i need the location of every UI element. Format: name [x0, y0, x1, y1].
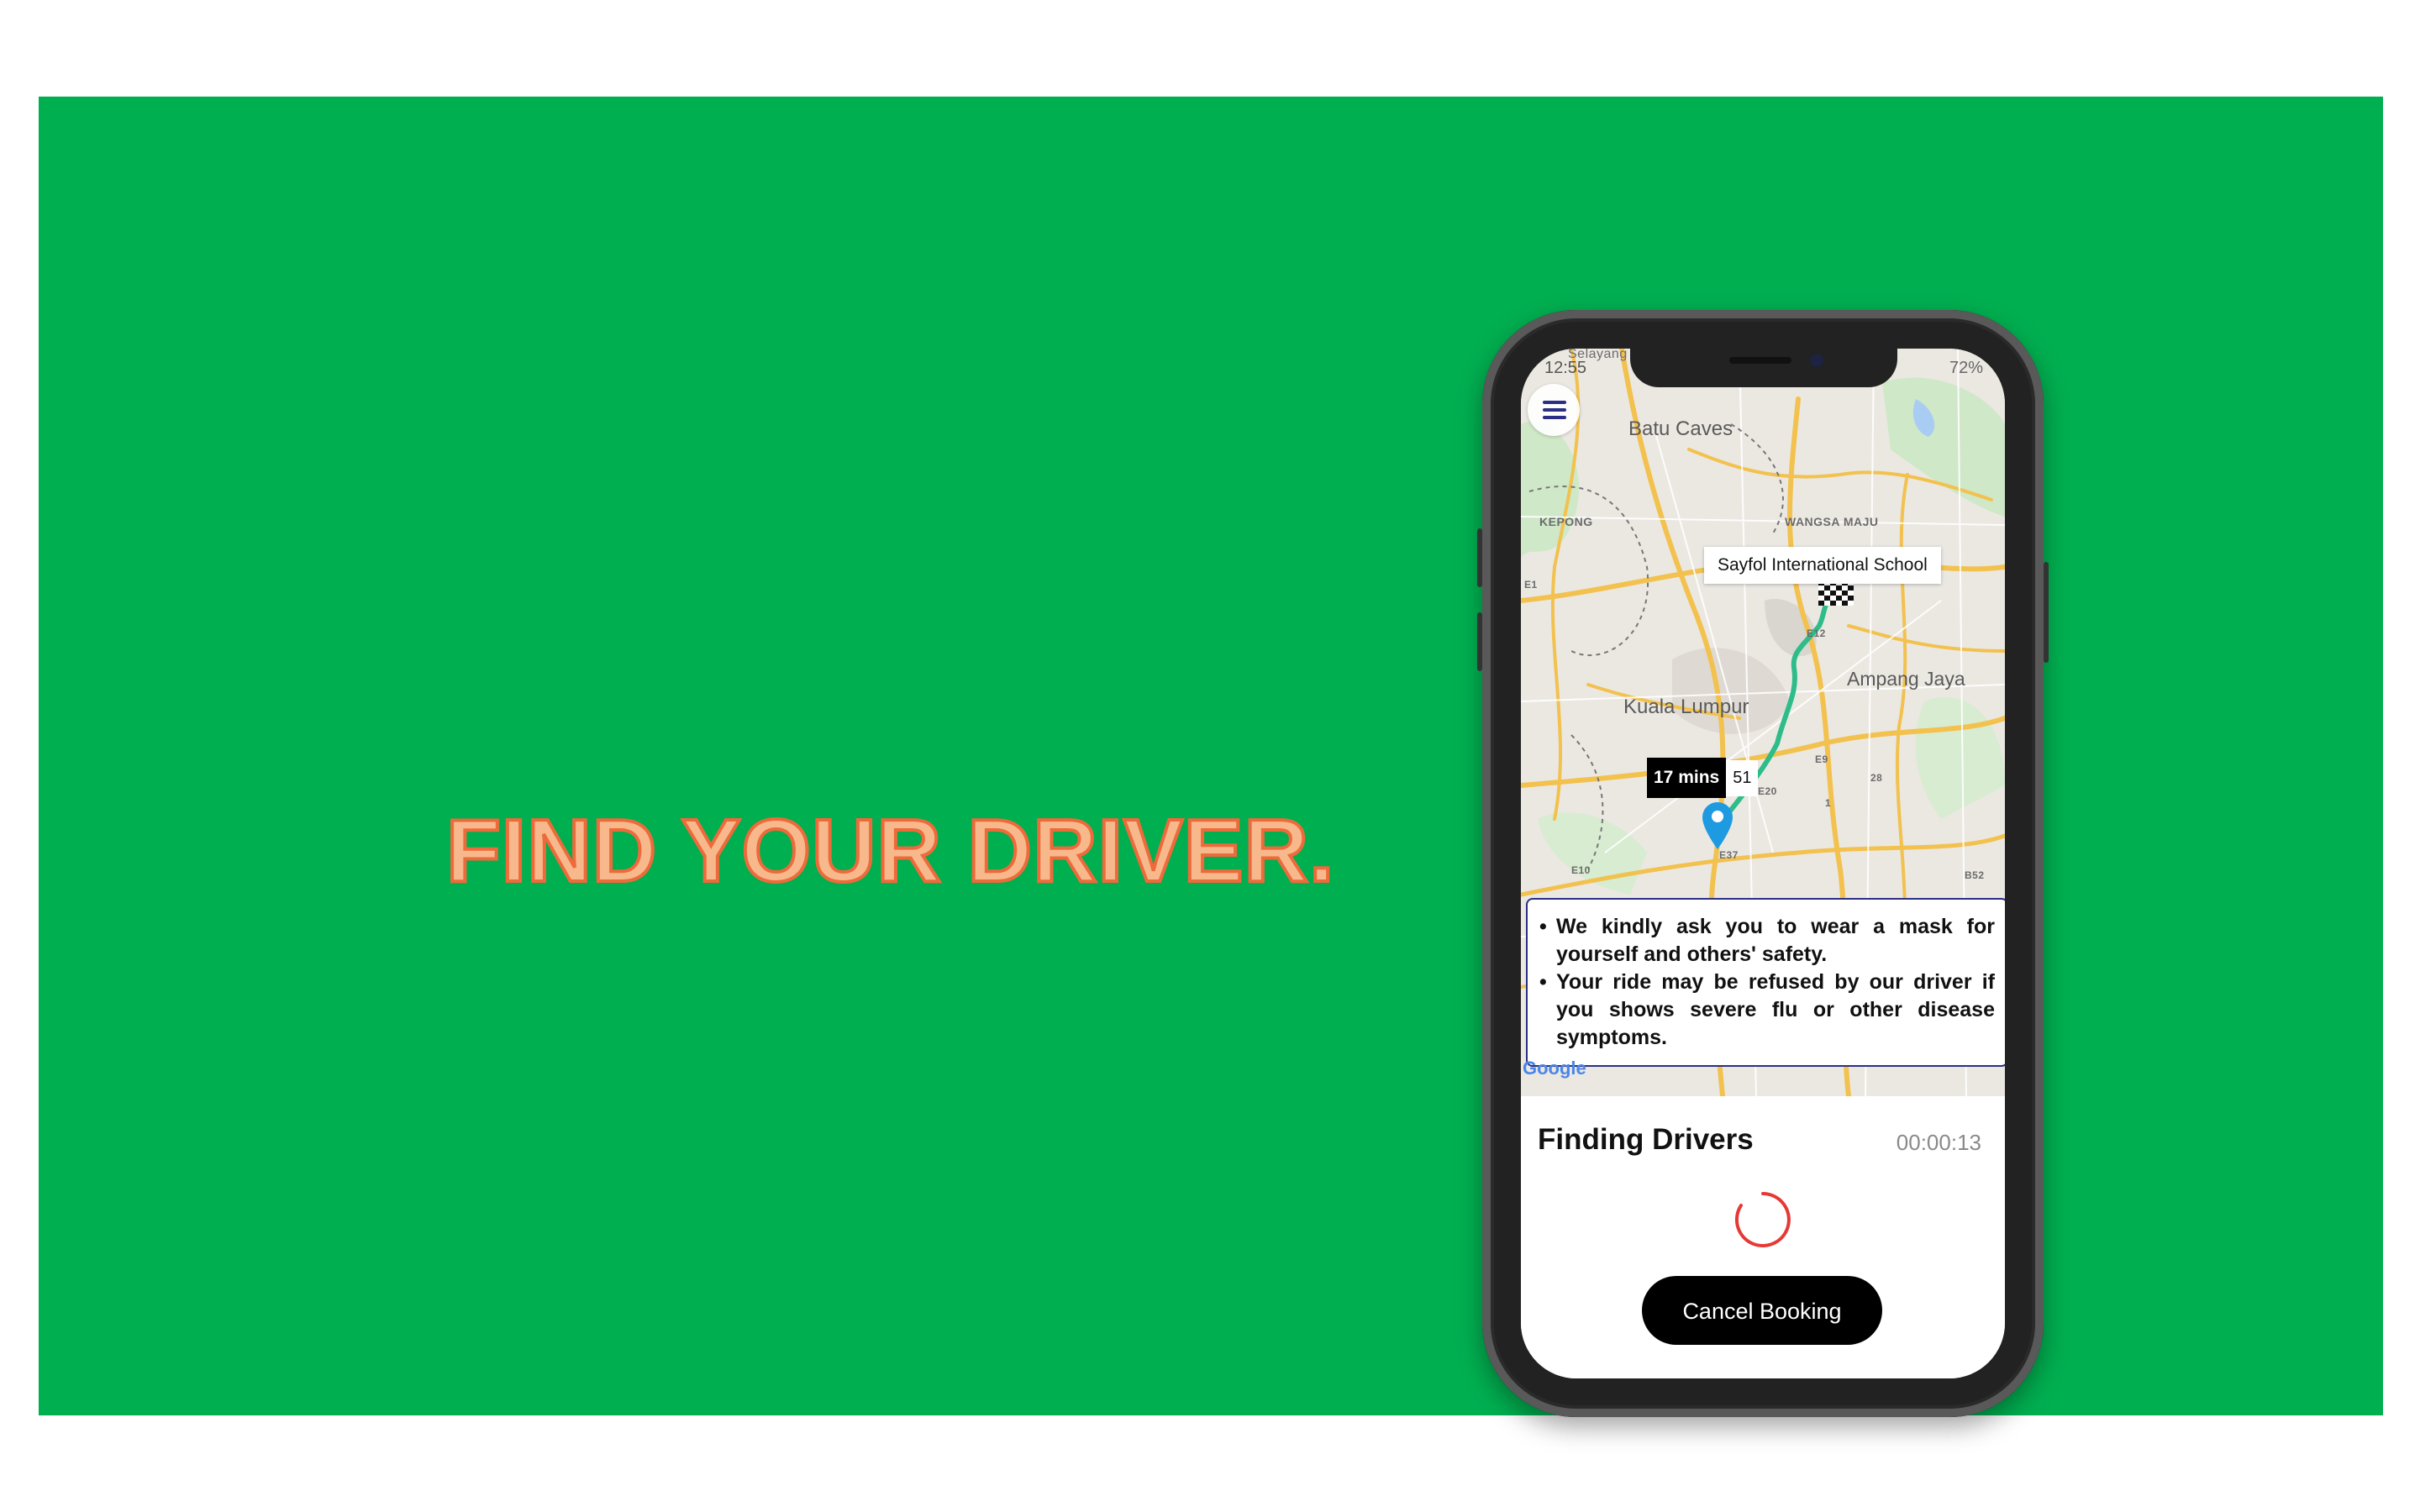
green-banner: FIND YOUR DRIVER. Selayang Batu Caves KE…: [39, 97, 2383, 1417]
notice-item: Your ride may be refused by our driver i…: [1539, 969, 1995, 1052]
road-shield-28: 28: [1870, 772, 1883, 784]
road-shield-e12: E12: [1807, 627, 1826, 639]
road-shield-e10: E10: [1571, 864, 1591, 876]
menu-icon: [1543, 408, 1566, 412]
menu-icon: [1543, 401, 1566, 404]
map-label-batu-caves: Batu Caves: [1628, 417, 1733, 440]
loading-spinner-icon: [1734, 1192, 1791, 1247]
phone-side-button: [1477, 612, 1482, 671]
map-label-ampang-jaya: Ampang Jaya: [1847, 668, 1965, 690]
notice-item: We kindly ask you to wear a mask for you…: [1539, 913, 1995, 969]
search-timer: 00:00:13: [1896, 1130, 1981, 1155]
finding-drivers-panel: Finding Drivers 00:00:13 Cancel Booking: [1521, 1096, 2005, 1378]
menu-icon: [1543, 416, 1566, 419]
speaker-grille: [1729, 357, 1791, 364]
phone-power-button: [2044, 562, 2049, 663]
road-shield-e1: E1: [1524, 579, 1538, 591]
road-shield-e9: E9: [1815, 753, 1828, 765]
destination-tooltip[interactable]: Sayfol International School: [1704, 547, 1941, 584]
road-shield-e37: E37: [1719, 849, 1739, 861]
road-shield-e20: E20: [1758, 785, 1777, 797]
google-logo: Google: [1523, 1058, 1586, 1079]
eta-tooltip: 17 mins 51: [1647, 758, 1759, 798]
road-shield-1: 1: [1825, 797, 1832, 809]
menu-button[interactable]: [1528, 384, 1580, 436]
panel-title: Finding Drivers: [1538, 1123, 1754, 1156]
map-label-kepong: KEPONG: [1539, 515, 1593, 528]
phone-side-button: [1477, 528, 1482, 587]
map-label-kuala-lumpur: Kuala Lumpur: [1623, 696, 1749, 718]
phone-mockup: Selayang Batu Caves KEPONG WANGSA MAJU K…: [1477, 310, 2049, 1417]
eta-minutes: 17 mins: [1647, 758, 1727, 798]
cancel-booking-button[interactable]: Cancel Booking: [1642, 1276, 1882, 1345]
checkered-flag-icon: [1818, 580, 1854, 606]
road-shield-b52: B52: [1965, 869, 1985, 881]
phone-notch: [1630, 349, 1897, 387]
phone-screen: Selayang Batu Caves KEPONG WANGSA MAJU K…: [1521, 349, 2005, 1378]
camera-icon: [1810, 354, 1823, 367]
status-time: 12:55: [1544, 359, 1587, 377]
map-label-wangsa-maju: WANGSA MAJU: [1785, 515, 1879, 528]
safety-notice: We kindly ask you to wear a mask for you…: [1526, 898, 2005, 1067]
eta-extra: 51: [1726, 759, 1759, 796]
status-battery: 72%: [1949, 359, 1983, 377]
headline: FIND YOUR DRIVER.: [445, 800, 1335, 902]
